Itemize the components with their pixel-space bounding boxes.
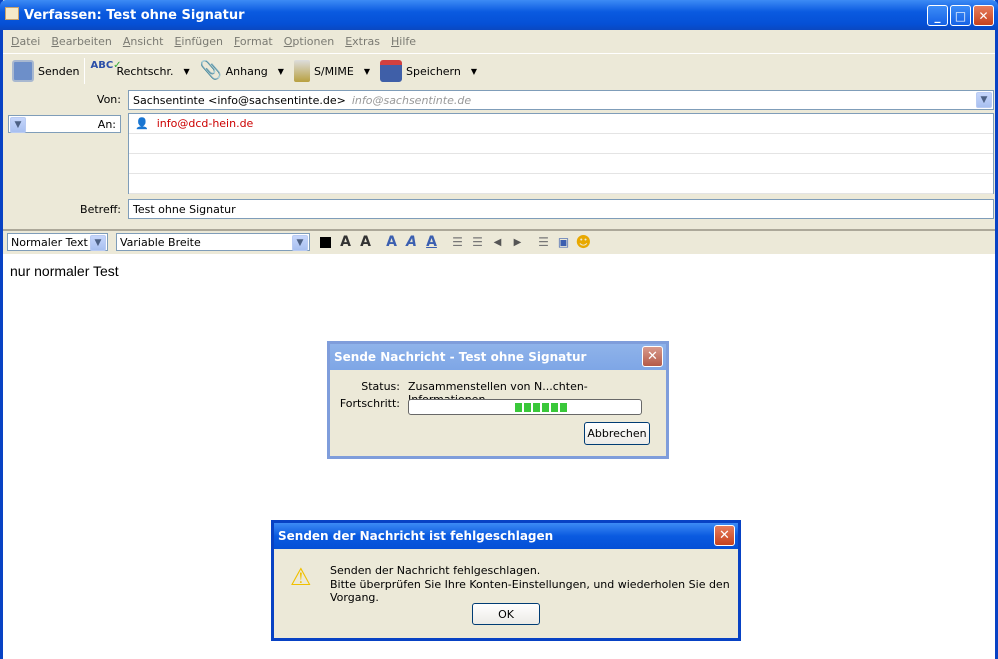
close-button[interactable]: ✕ — [642, 346, 663, 367]
font-select[interactable]: Variable Breite ▼ — [116, 233, 310, 251]
paragraph-format-value: Normaler Text — [11, 235, 88, 249]
spellcheck-icon: ABC✓ — [90, 60, 122, 71]
menu-bearbeiten[interactable]: Bearbeiten — [48, 35, 119, 48]
error-message-line1: Senden der Nachricht fehlgeschlagen. — [330, 564, 541, 577]
save-label: Speichern — [405, 64, 461, 78]
recipient-type-select[interactable]: ▼ An: — [8, 115, 121, 133]
chevron-down-icon[interactable]: ▼ — [278, 67, 284, 76]
paragraph-format-select[interactable]: Normaler Text ▼ — [7, 233, 108, 251]
spellcheck-button[interactable]: ABC✓ Rechtschr. ▼ — [85, 56, 194, 86]
smiley-icon[interactable]: ☻ — [575, 233, 592, 251]
indent-icon[interactable]: ▶ — [509, 234, 526, 251]
smime-label: S/MIME — [313, 64, 354, 78]
cancel-button[interactable]: Abbrechen — [584, 422, 650, 445]
send-icon — [12, 60, 34, 82]
underline-icon[interactable]: A — [423, 234, 440, 251]
insert-image-icon[interactable]: ▣ — [555, 234, 572, 251]
subject-label: Betreff: — [80, 203, 121, 216]
maximize-button[interactable]: □ — [950, 5, 971, 26]
chevron-down-icon[interactable]: ▼ — [976, 92, 992, 108]
dialog-title-bar: Sende Nachricht - Test ohne Signatur ✕ — [330, 344, 666, 370]
recipient-row-empty[interactable] — [129, 154, 993, 174]
chevron-down-icon[interactable]: ▼ — [183, 67, 189, 76]
compose-app-icon — [5, 7, 19, 20]
status-label: Status: — [361, 380, 400, 393]
spellcheck-label: Rechtschr. — [116, 64, 174, 78]
lock-icon — [293, 60, 310, 82]
close-button[interactable]: ✕ — [714, 525, 735, 546]
italic-icon[interactable]: A — [403, 234, 420, 251]
recipient-row-empty[interactable] — [129, 134, 993, 154]
menu-extras[interactable]: Extras — [342, 35, 388, 48]
paperclip-icon: 📎 — [199, 60, 223, 81]
font-smaller-icon[interactable]: A — [337, 234, 354, 251]
menu-optionen[interactable]: Optionen — [281, 35, 342, 48]
from-hint: info@sachsentinte.de — [351, 93, 472, 107]
menu-hilfe[interactable]: Hilfe — [388, 35, 424, 48]
dialog-title: Sende Nachricht - Test ohne Signatur — [334, 350, 587, 364]
menu-bar: Datei Bearbeiten Ansicht Einfügen Format… — [3, 30, 995, 52]
dialog-title: Senden der Nachricht ist fehlgeschlagen — [278, 529, 554, 543]
font-value: Variable Breite — [120, 235, 201, 249]
from-label: Von: — [96, 93, 121, 106]
bullet-list-icon[interactable]: ☰ — [449, 234, 466, 251]
warning-icon: ⚠ — [290, 563, 312, 591]
menu-datei[interactable]: Datei — [8, 35, 48, 48]
send-button[interactable]: Senden — [7, 56, 84, 86]
person-icon: 👤 — [135, 117, 149, 130]
chevron-down-icon[interactable]: ▼ — [364, 67, 370, 76]
bold-icon[interactable]: A — [383, 234, 400, 251]
menu-ansicht[interactable]: Ansicht — [120, 35, 172, 48]
recipient-row[interactable]: 👤 info@dcd-hein.de — [129, 114, 993, 134]
chevron-down-icon[interactable]: ▼ — [90, 235, 106, 251]
attach-label: Anhang — [225, 64, 268, 78]
recipient-list[interactable]: 👤 info@dcd-hein.de — [128, 113, 994, 194]
body-text[interactable]: nur normaler Test — [10, 263, 119, 279]
minimize-button[interactable]: _ — [927, 5, 948, 26]
menu-einfuegen[interactable]: Einfügen — [171, 35, 231, 48]
chevron-down-icon[interactable]: ▼ — [10, 117, 26, 133]
recipient-row-empty[interactable] — [129, 174, 993, 194]
font-larger-icon[interactable]: A — [357, 234, 374, 251]
send-label: Senden — [38, 64, 80, 78]
send-failed-dialog: Senden der Nachricht ist fehlgeschlagen ✕… — [271, 520, 741, 641]
text-color-icon[interactable] — [317, 234, 334, 251]
progress-bar — [408, 399, 642, 415]
chevron-down-icon[interactable]: ▼ — [292, 235, 308, 251]
message-header: Von: Sachsentinte <info@sachsentinte.de>… — [3, 88, 995, 226]
window-title: Verfassen: Test ohne Signatur — [24, 7, 245, 23]
recipient-address[interactable]: info@dcd-hein.de — [157, 117, 254, 130]
format-toolbar: Normaler Text ▼ Variable Breite ▼ A A A A … — [3, 229, 995, 253]
main-toolbar: Senden ABC✓ Rechtschr. ▼ 📎 Anhang ▼ S/MIME ▼ … — [3, 53, 995, 88]
from-value: Sachsentinte <info@sachsentinte.de> — [133, 93, 346, 107]
outdent-icon[interactable]: ◀ — [489, 234, 506, 251]
smime-button[interactable]: S/MIME ▼ — [289, 56, 375, 86]
error-message-line2: Bitte überprüfen Sie Ihre Konten-Einstel… — [330, 578, 730, 604]
dialog-title-bar: Senden der Nachricht ist fehlgeschlagen ✕ — [274, 523, 738, 549]
align-icon[interactable]: ☰ — [535, 234, 552, 251]
title-bar: Verfassen: Test ohne Signatur _ □ ✕ — [0, 0, 998, 30]
subject-value: Test ohne Signatur — [133, 202, 236, 216]
progress-label: Fortschritt: — [339, 397, 400, 410]
to-label: An: — [97, 117, 116, 131]
subject-input[interactable]: Test ohne Signatur — [128, 199, 994, 219]
ok-button[interactable]: OK — [472, 603, 540, 625]
send-progress-dialog: Sende Nachricht - Test ohne Signatur ✕ St… — [327, 341, 669, 459]
floppy-disk-icon — [379, 60, 402, 82]
menu-format[interactable]: Format — [231, 35, 281, 48]
numbered-list-icon[interactable]: ☰ — [469, 234, 486, 251]
chevron-down-icon[interactable]: ▼ — [471, 67, 477, 76]
save-button[interactable]: Speichern ▼ — [375, 56, 482, 86]
close-button[interactable]: ✕ — [973, 5, 994, 26]
attach-button[interactable]: 📎 Anhang ▼ — [195, 56, 289, 86]
from-select[interactable]: Sachsentinte <info@sachsentinte.de> info… — [128, 90, 994, 110]
